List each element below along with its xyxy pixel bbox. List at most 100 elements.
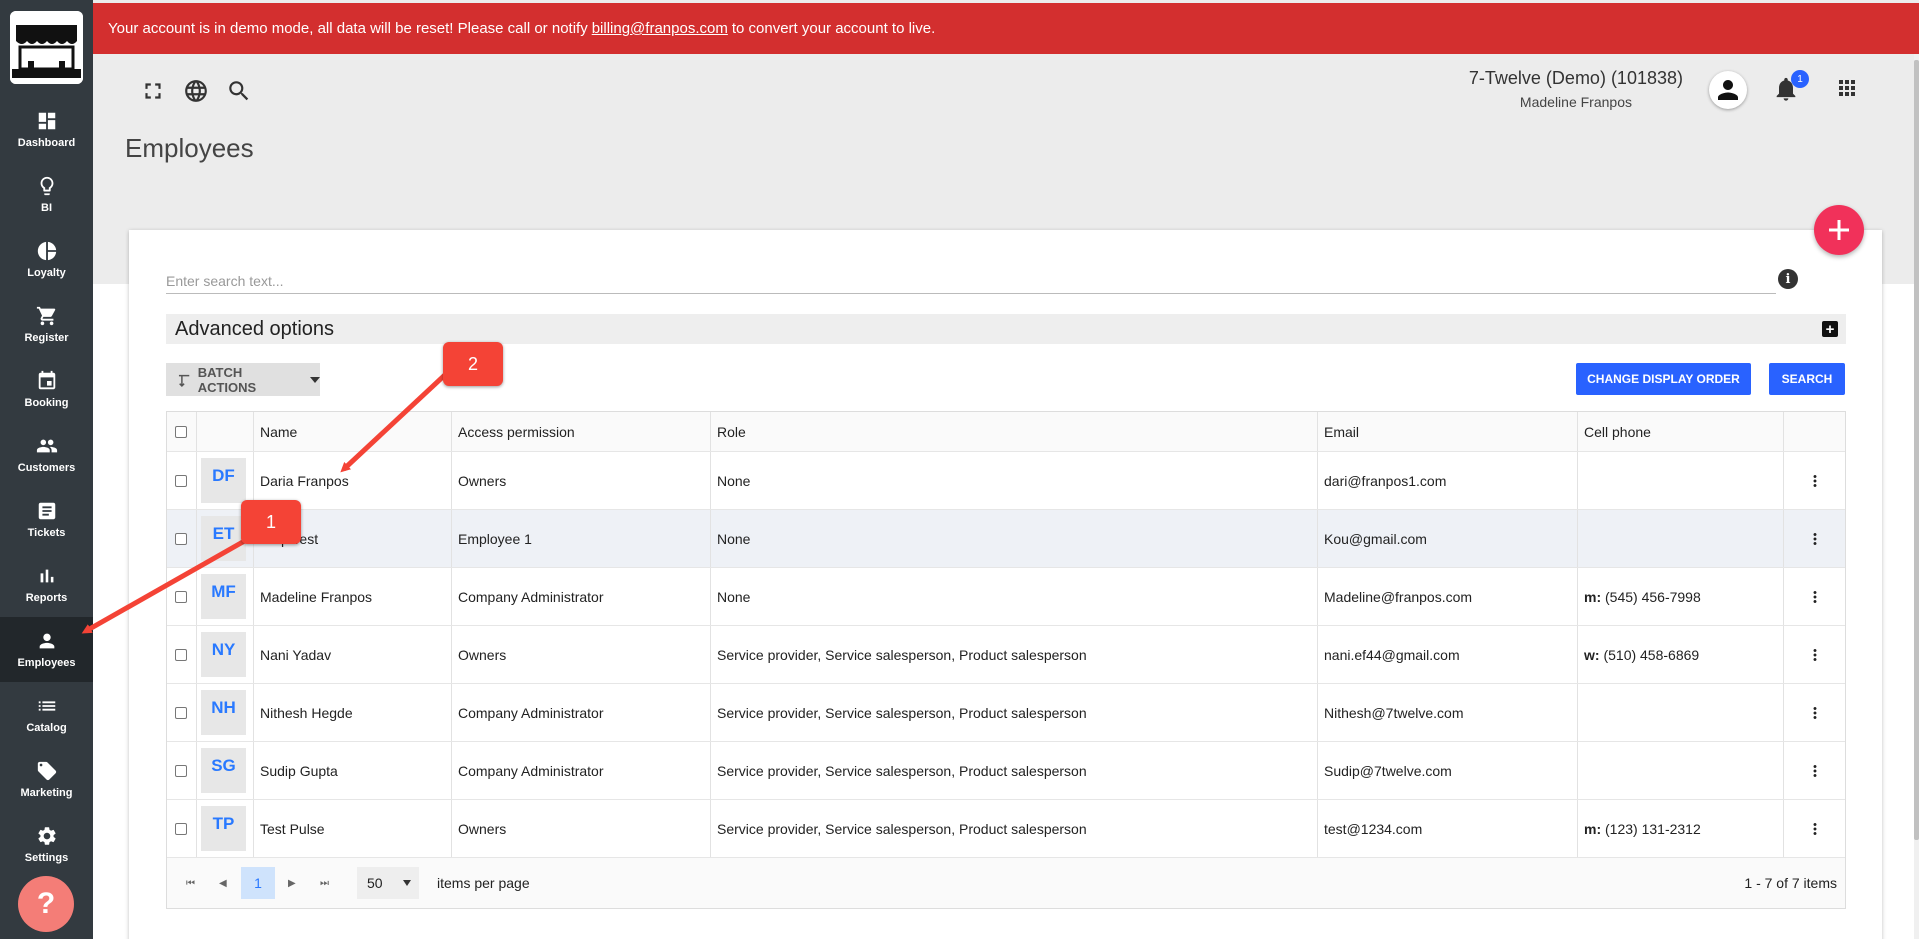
- phone-type: m:: [1584, 820, 1602, 837]
- phone-cell: w: (510) 458-6869: [1577, 626, 1783, 683]
- prev-page-icon[interactable]: ◀: [219, 858, 227, 908]
- row-menu-icon[interactable]: [1783, 510, 1846, 567]
- franpos-logo[interactable]: [10, 11, 83, 84]
- bar-chart-icon: [40, 569, 53, 583]
- page-scrollbar-thumb[interactable]: [1914, 60, 1919, 840]
- row-checkbox[interactable]: [175, 532, 187, 545]
- sidebar-item-dashboard[interactable]: Dashboard: [0, 97, 93, 162]
- employee-email: Nithesh@7twelve.com: [1317, 684, 1577, 741]
- cell-phone: (123) 131-2312: [1605, 820, 1701, 837]
- last-page-icon[interactable]: ⏭: [320, 858, 329, 908]
- sidebar-item-customers[interactable]: Customers: [0, 422, 93, 487]
- apps-grid-icon[interactable]: [1835, 76, 1859, 100]
- table-row[interactable]: ET Emp Test Employee 1 None Kou@gmail.co…: [167, 510, 1845, 568]
- first-page-icon[interactable]: ⏮: [186, 858, 195, 908]
- batch-actions-button[interactable]: BATCH ACTIONS: [166, 363, 320, 396]
- banner-text: Your account is in demo mode, all data w…: [108, 20, 588, 37]
- employee-name[interactable]: Test Pulse: [253, 800, 451, 857]
- employee-role: Service provider, Service salesperson, P…: [710, 800, 1317, 857]
- list-icon: [38, 701, 55, 711]
- access-permission: Company Administrator: [451, 742, 710, 799]
- employee-name[interactable]: Nani Yadav: [253, 626, 451, 683]
- table-row[interactable]: NH Nithesh Hegde Company Administrator S…: [167, 684, 1845, 742]
- row-menu-icon[interactable]: [1783, 626, 1846, 683]
- change-display-order-button[interactable]: CHANGE DISPLAY ORDER: [1576, 363, 1751, 395]
- column-header-phone[interactable]: Cell phone: [1577, 412, 1783, 451]
- globe-icon[interactable]: [183, 78, 209, 104]
- sidebar-item-catalog[interactable]: Catalog: [0, 682, 93, 747]
- search-icon[interactable]: [226, 78, 252, 104]
- sidebar-item-booking[interactable]: Booking: [0, 357, 93, 422]
- actions-header: [1783, 412, 1846, 451]
- table-row[interactable]: MF Madeline Franpos Company Administrato…: [167, 568, 1845, 626]
- sidebar-item-register[interactable]: Register: [0, 292, 93, 357]
- sidebar-item-loyalty[interactable]: Loyalty: [0, 227, 93, 292]
- chevron-down-icon: [310, 376, 320, 383]
- initials-cell: MF: [196, 568, 253, 625]
- pie-chart-icon: [37, 241, 56, 261]
- employee-name[interactable]: Nithesh Hegde: [253, 684, 451, 741]
- row-checkbox[interactable]: [175, 474, 187, 487]
- sidebar-item-bi[interactable]: BI: [0, 162, 93, 227]
- help-button[interactable]: ?: [18, 876, 74, 932]
- column-header-name[interactable]: Name: [253, 412, 451, 451]
- row-checkbox[interactable]: [175, 764, 187, 777]
- avatar[interactable]: [1709, 71, 1747, 109]
- info-icon[interactable]: i: [1778, 269, 1798, 289]
- row-checkbox[interactable]: [175, 822, 187, 835]
- sidebar-item-marketing[interactable]: Marketing: [0, 747, 93, 812]
- employee-initials: MF: [201, 574, 246, 619]
- expand-plus-icon[interactable]: +: [1822, 321, 1838, 337]
- sidebar-item-tickets[interactable]: Tickets: [0, 487, 93, 552]
- table-row[interactable]: DF Daria Franpos Owners None dari@franpo…: [167, 452, 1845, 510]
- employee-name[interactable]: Madeline Franpos: [253, 568, 451, 625]
- add-employee-button[interactable]: [1814, 205, 1864, 255]
- employee-email: test@1234.com: [1317, 800, 1577, 857]
- phone-cell: [1577, 452, 1783, 509]
- column-header-email[interactable]: Email: [1317, 412, 1577, 451]
- employee-initials: NY: [201, 632, 246, 677]
- table-row[interactable]: NY Nani Yadav Owners Service provider, S…: [167, 626, 1845, 684]
- billing-email-link[interactable]: billing@franpos.com: [592, 20, 728, 37]
- advanced-options-panel[interactable]: Advanced options +: [166, 314, 1846, 344]
- next-page-icon[interactable]: ▶: [288, 858, 296, 908]
- access-permission: Owners: [451, 626, 710, 683]
- select-all-checkbox[interactable]: [175, 425, 187, 438]
- row-menu-icon[interactable]: [1783, 452, 1846, 509]
- employee-name[interactable]: Sudip Gupta: [253, 742, 451, 799]
- row-menu-icon[interactable]: [1783, 800, 1846, 857]
- employee-role: Service provider, Service salesperson, P…: [710, 684, 1317, 741]
- dashboard-icon: [38, 112, 55, 130]
- company-info[interactable]: 7-Twelve (Demo) (101838) Madeline Franpo…: [1469, 68, 1683, 110]
- phone-cell: m: (545) 456-7998: [1577, 568, 1783, 625]
- row-checkbox[interactable]: [175, 648, 187, 661]
- table-row[interactable]: TP Test Pulse Owners Service provider, S…: [167, 800, 1845, 858]
- row-menu-icon[interactable]: [1783, 568, 1846, 625]
- row-checkbox[interactable]: [175, 706, 187, 719]
- sidebar-item-settings[interactable]: Settings: [0, 812, 93, 877]
- annotation-callout-1: 1: [241, 500, 301, 544]
- column-header-role[interactable]: Role: [710, 412, 1317, 451]
- row-menu-icon[interactable]: [1783, 742, 1846, 799]
- notification-count-badge: 1: [1791, 70, 1809, 88]
- initials-cell: NY: [196, 626, 253, 683]
- current-page-button[interactable]: 1: [241, 867, 275, 899]
- storefront-logo-icon: [10, 11, 83, 84]
- cart-icon: [36, 306, 55, 326]
- row-checkbox[interactable]: [175, 590, 187, 603]
- search-button[interactable]: SEARCH: [1769, 363, 1845, 395]
- column-header-access[interactable]: Access permission: [451, 412, 710, 451]
- row-select-cell: [167, 684, 196, 741]
- search-input[interactable]: [166, 268, 1776, 294]
- sidebar-item-label: Tickets: [27, 527, 66, 539]
- items-per-page-select[interactable]: 50: [357, 867, 419, 899]
- phone-type: m:: [1584, 588, 1602, 605]
- table-row[interactable]: SG Sudip Gupta Company Administrator Ser…: [167, 742, 1845, 800]
- cell-phone: (510) 458-6869: [1603, 646, 1700, 663]
- employee-role: Service provider, Service salesperson, P…: [710, 742, 1317, 799]
- sidebar-item-reports[interactable]: Reports: [0, 552, 93, 617]
- sidebar-item-employees[interactable]: Employees: [0, 617, 93, 682]
- fullscreen-icon[interactable]: [140, 78, 166, 104]
- row-menu-icon[interactable]: [1783, 684, 1846, 741]
- employees-table: Name Access permission Role Email Cell p…: [166, 411, 1846, 909]
